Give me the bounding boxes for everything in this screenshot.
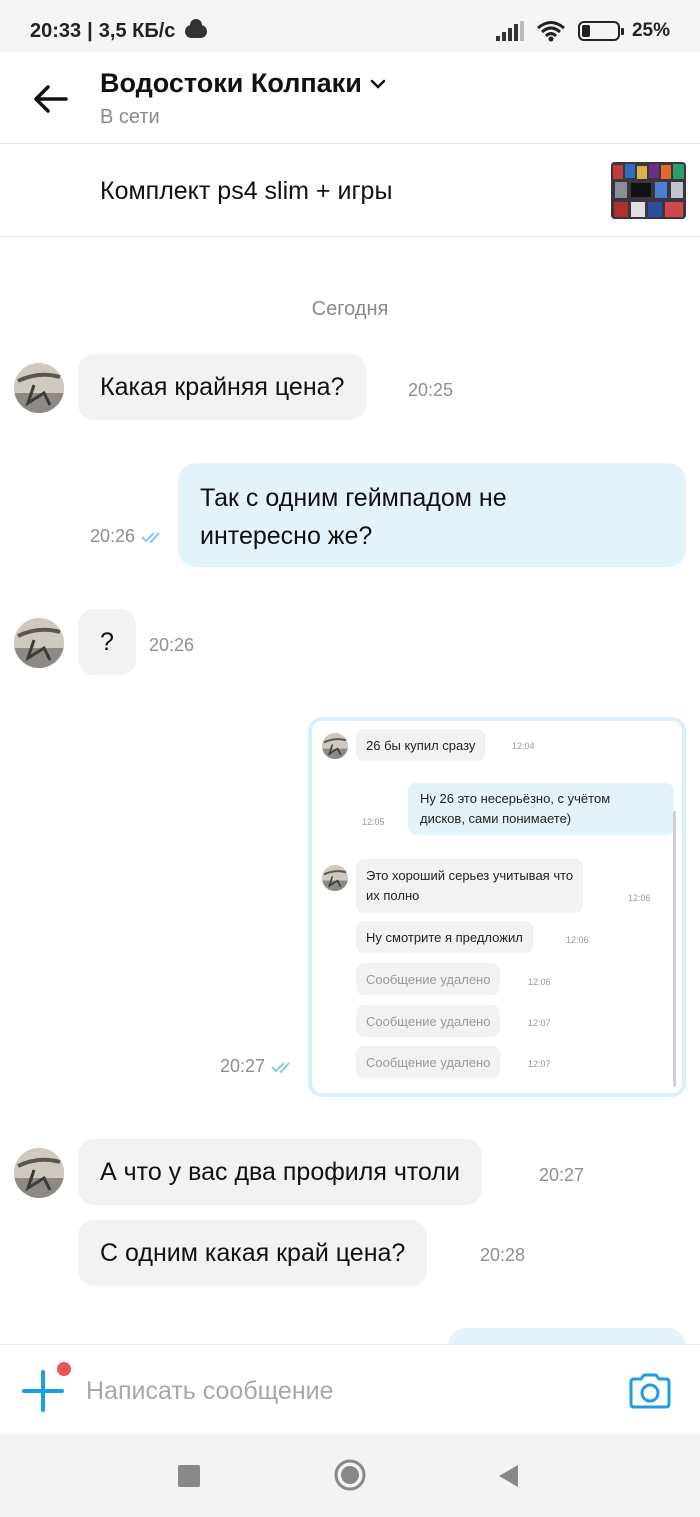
screenshot-avatar bbox=[322, 865, 348, 891]
status-left: 20:33 | 3,5 КБ/с bbox=[30, 19, 208, 43]
contact-name: Водостоки Колпаки bbox=[100, 68, 362, 98]
screenshot-content: 26 бы купил сразу 12:04 12:05 Ну 26 это … bbox=[312, 721, 682, 1093]
listing-card[interactable]: Комплект ps4 slim + игры bbox=[0, 145, 700, 237]
message-time-outgoing: 20:26 bbox=[90, 526, 167, 547]
message-text: ? bbox=[100, 627, 114, 656]
screenshot-message: Это хороший серьез учитывая что их полно bbox=[356, 859, 584, 913]
add-attachment-plus-icon[interactable] bbox=[22, 1370, 64, 1412]
incoming-message[interactable]: ? bbox=[78, 609, 136, 675]
screenshot-deleted-message: Сообщение удалено bbox=[356, 1005, 501, 1037]
message-time-outgoing: 20:27 bbox=[220, 1056, 297, 1077]
message-time: 20:25 bbox=[408, 380, 454, 400]
image-attachment[interactable]: 26 бы купил сразу 12:04 12:05 Ну 26 это … bbox=[308, 717, 686, 1097]
status-time: 20:33 bbox=[30, 20, 82, 42]
recents-square-icon[interactable] bbox=[178, 1465, 200, 1487]
notification-dot bbox=[57, 1362, 71, 1376]
message-text-line: Так с одним геймпадом не bbox=[200, 484, 507, 512]
listing-thumbnail[interactable] bbox=[611, 162, 686, 219]
battery-icon bbox=[577, 21, 624, 41]
message-text: Какая крайняя цена? bbox=[100, 372, 345, 401]
screenshot-scrollbar bbox=[673, 811, 676, 1087]
screenshot-deleted-message: Сообщение удалено bbox=[356, 1046, 501, 1078]
screenshot-message-outgoing: Ну 26 это несерьёзно, с учётом дисков, с… bbox=[408, 783, 674, 835]
wifi-icon bbox=[537, 21, 565, 42]
status-right: 25% bbox=[495, 20, 670, 42]
message-text: А что у вас два профиля чтоли bbox=[100, 1157, 460, 1186]
outgoing-message[interactable]: Так с одним геймпадом не интересно же? bbox=[178, 463, 686, 567]
message-time: 20:28 bbox=[480, 1245, 526, 1265]
chevron-down-icon bbox=[370, 79, 386, 89]
screenshot-time: 12:06 bbox=[628, 893, 651, 903]
screenshot-time: 12:07 bbox=[528, 1059, 551, 1069]
message-time: 20:26 bbox=[149, 635, 195, 655]
screenshot-deleted-message: Сообщение удалено bbox=[356, 963, 501, 995]
battery-percent: 25% bbox=[631, 20, 670, 41]
back-triangle-icon[interactable] bbox=[496, 1463, 520, 1489]
contact-avatar[interactable] bbox=[14, 363, 64, 413]
status-bar: 20:33 | 3,5 КБ/с 25% bbox=[0, 0, 700, 52]
screenshot-message: Ну смотрите я предложил bbox=[356, 921, 533, 953]
screenshot-time: 12:05 bbox=[362, 817, 385, 827]
date-separator: Сегодня bbox=[311, 298, 389, 320]
cloud-icon bbox=[185, 19, 208, 38]
screenshot-time: 12:07 bbox=[528, 1018, 551, 1028]
read-ticks-icon bbox=[141, 532, 160, 544]
camera-icon[interactable] bbox=[628, 1373, 672, 1409]
screenshot-message: 26 бы купил сразу bbox=[356, 729, 486, 761]
screenshot-time: 12:06 bbox=[528, 977, 551, 987]
message-text: С одним какая край цена? bbox=[100, 1238, 406, 1267]
listing-title: Комплект ps4 slim + игры bbox=[100, 177, 393, 205]
system-nav-bar bbox=[0, 1434, 700, 1517]
message-input[interactable] bbox=[86, 1371, 586, 1411]
screenshot-time: 12:06 bbox=[566, 935, 589, 945]
contact-name-dropdown[interactable]: Водостоки Колпаки bbox=[100, 68, 386, 99]
message-text-line: интересно же? bbox=[200, 522, 373, 550]
message-time: 20:27 bbox=[539, 1165, 585, 1185]
read-ticks-icon bbox=[271, 1062, 290, 1074]
screenshot-time: 12:04 bbox=[512, 741, 535, 751]
network-speed: 3,5 КБ/с bbox=[98, 20, 176, 42]
signal-icon bbox=[495, 21, 524, 41]
message-composer bbox=[0, 1344, 700, 1434]
chat-header: Водостоки Колпаки В сети bbox=[0, 52, 700, 144]
incoming-message[interactable]: Какая крайняя цена? bbox=[78, 354, 367, 420]
back-arrow-icon[interactable] bbox=[32, 84, 68, 114]
screenshot-avatar bbox=[322, 733, 348, 759]
incoming-message[interactable]: А что у вас два профиля чтоли bbox=[78, 1139, 482, 1205]
incoming-message[interactable]: С одним какая край цена? bbox=[78, 1220, 428, 1286]
home-circle-icon[interactable] bbox=[333, 1458, 367, 1492]
online-status: В сети bbox=[100, 106, 160, 128]
contact-avatar[interactable] bbox=[14, 1148, 64, 1198]
contact-avatar[interactable] bbox=[14, 618, 64, 668]
